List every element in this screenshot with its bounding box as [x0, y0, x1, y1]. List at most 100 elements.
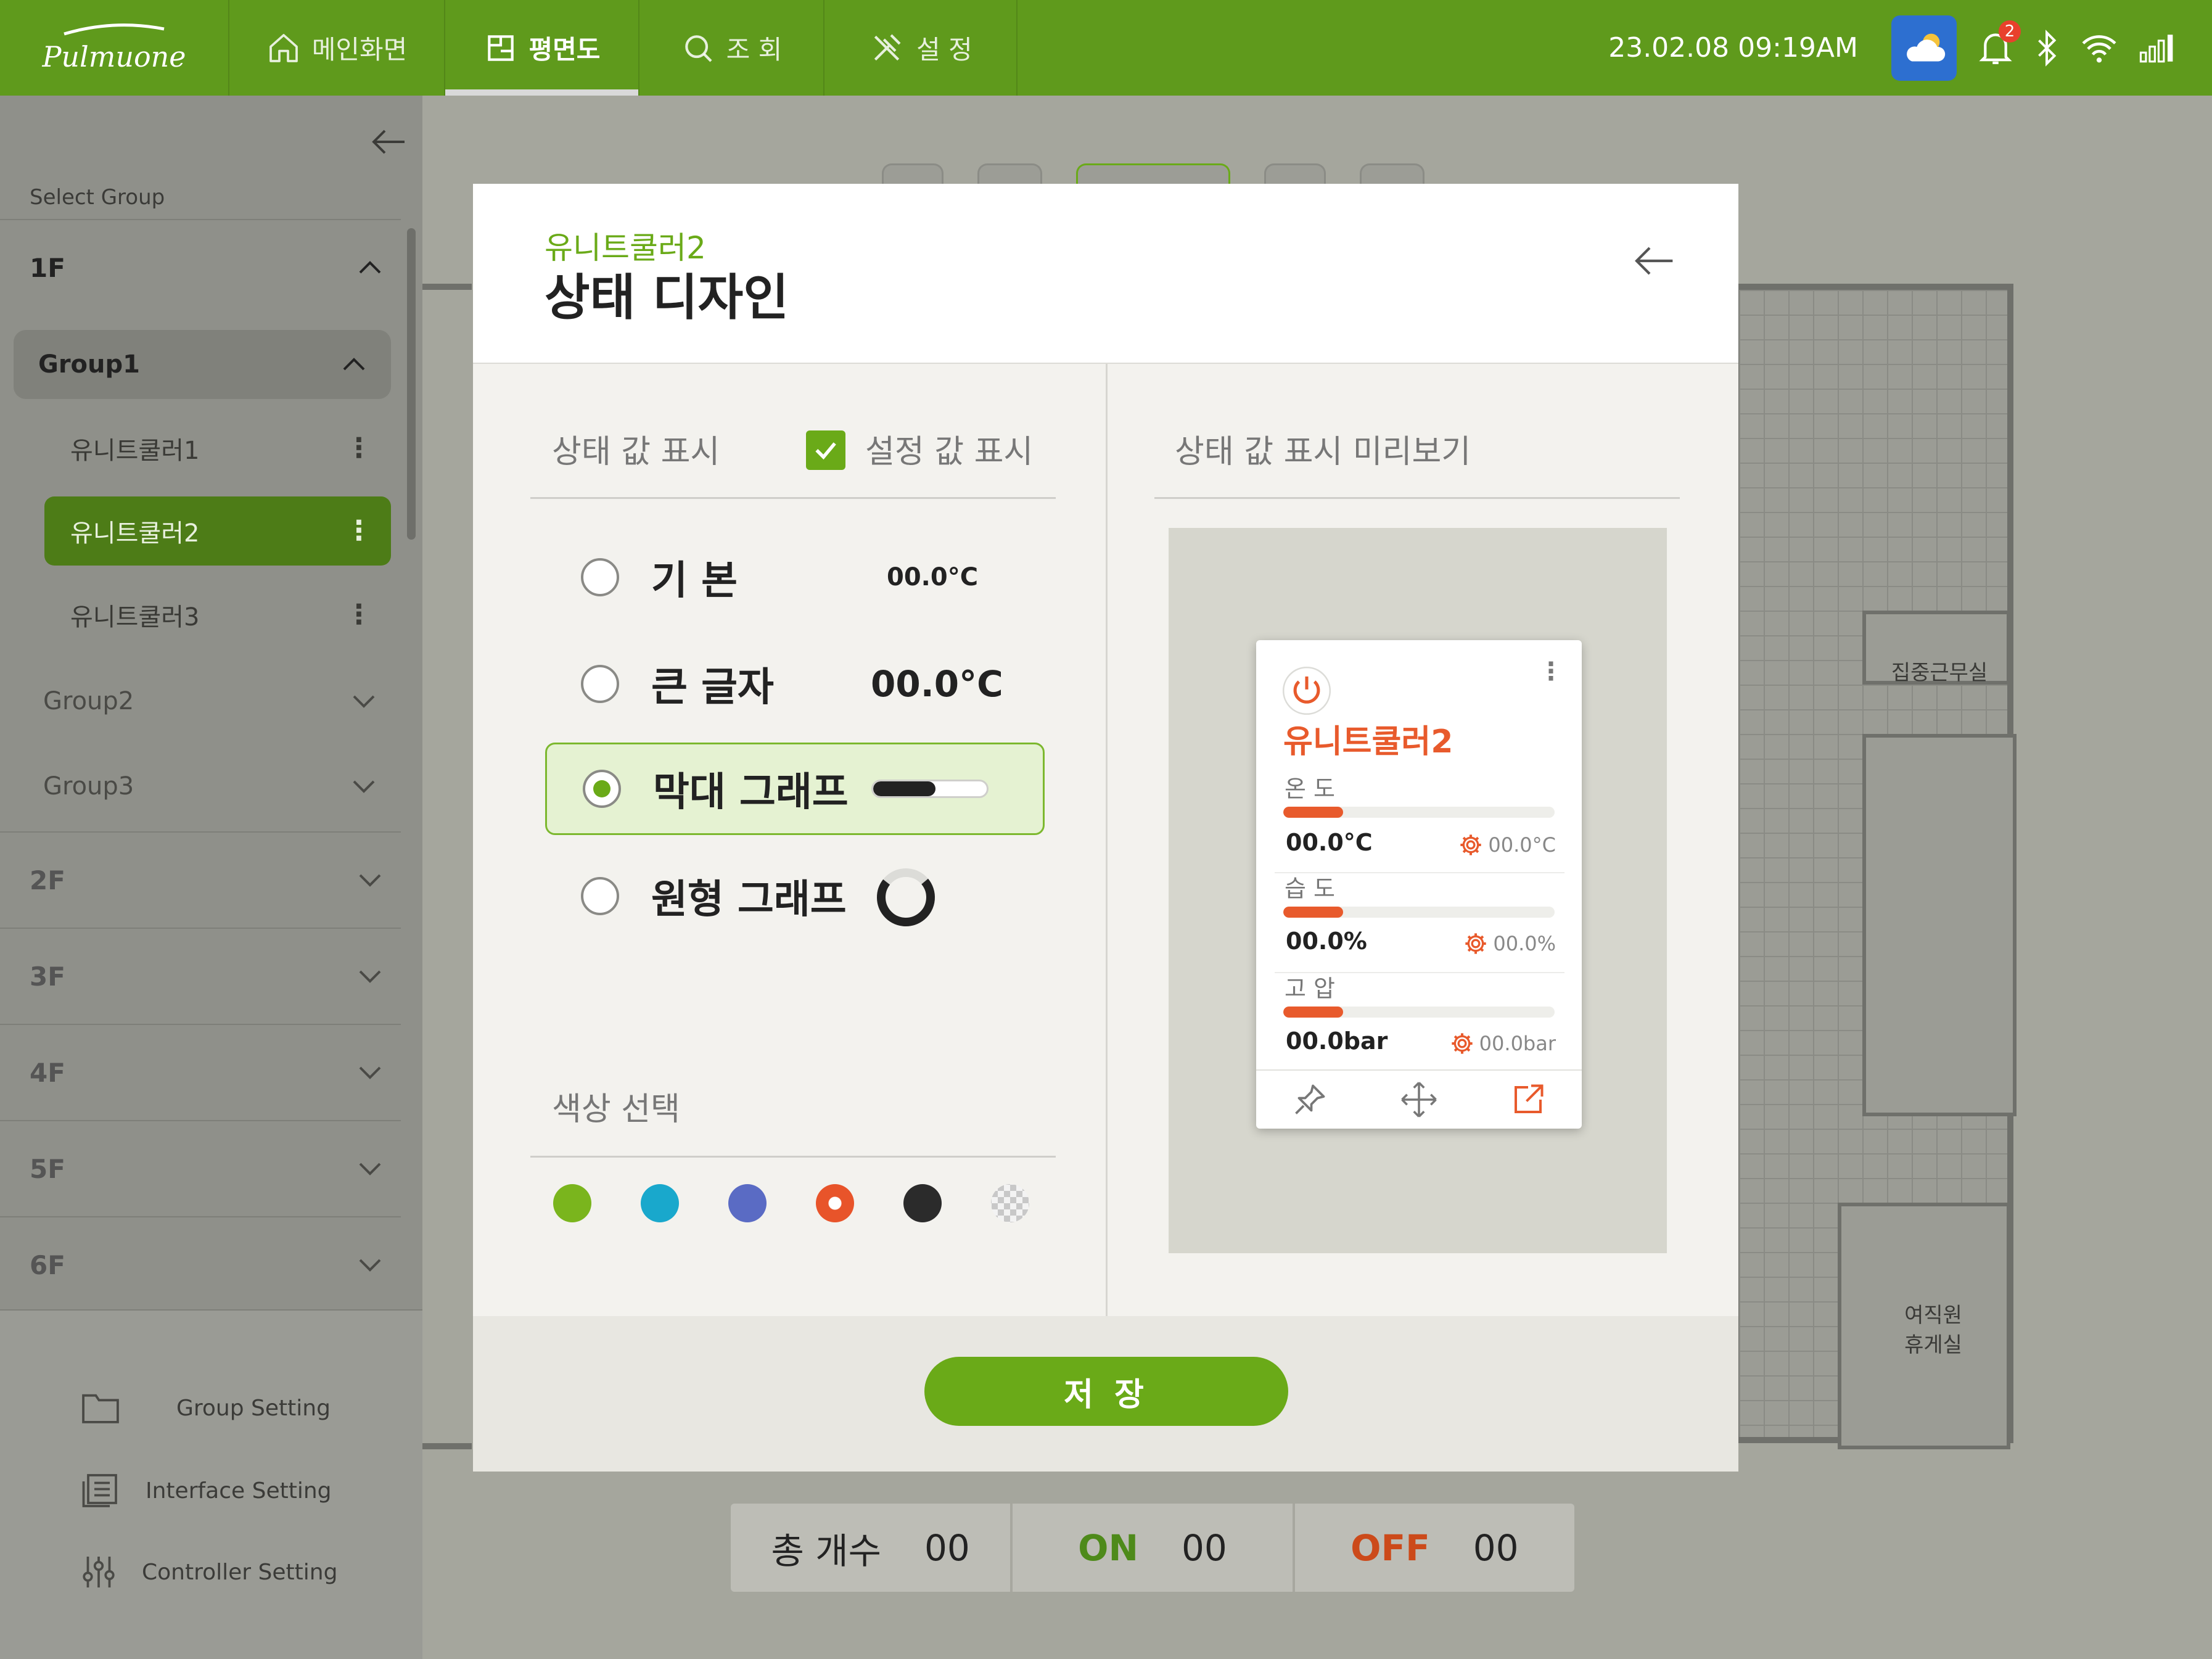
modal-back-button[interactable]: [1632, 242, 1675, 279]
controller-setting-button[interactable]: Controller Setting: [80, 1554, 337, 1591]
interface-setting-button[interactable]: Interface Setting: [80, 1472, 332, 1509]
more-vertical-icon[interactable]: ⋮: [345, 517, 372, 545]
nav-search[interactable]: 조 회: [638, 0, 823, 96]
floorplan-icon: [487, 35, 514, 61]
radio-bar-graph[interactable]: [583, 770, 621, 808]
move-icon[interactable]: [1399, 1079, 1439, 1120]
radio-ring-graph[interactable]: [581, 877, 619, 915]
group1-header[interactable]: Group1: [14, 330, 391, 399]
option-basic-sample: 00.0°C: [887, 563, 979, 591]
chevron-down-icon: [359, 1066, 381, 1079]
folder-icon: [82, 1394, 119, 1423]
floor-3f[interactable]: 3F: [0, 928, 401, 1024]
option-bar-graph-label: 막대 그래프: [653, 770, 849, 815]
sidebar-scrollbar[interactable]: [407, 228, 416, 540]
summary-off: OFF 00: [1295, 1504, 1574, 1592]
floor-3f-label: 3F: [30, 961, 65, 992]
pin-icon[interactable]: [1291, 1081, 1328, 1118]
sidebar-back-button[interactable]: [370, 126, 407, 157]
chevron-up-icon: [343, 358, 365, 371]
modal-title: 상태 디자인: [545, 269, 789, 326]
nav-floorplan[interactable]: 평면도: [444, 0, 638, 96]
nav-main[interactable]: 메인화면: [228, 0, 444, 96]
power-icon[interactable]: [1281, 665, 1333, 717]
color-swatch-indigo[interactable]: [728, 1184, 767, 1222]
interface-list-icon: [82, 1474, 117, 1507]
unit1-label: 유니트쿨러1: [70, 437, 200, 465]
status-display-label: 상태 값 표시: [552, 434, 720, 471]
chevron-down-icon: [353, 695, 375, 708]
color-swatch-black[interactable]: [903, 1184, 942, 1222]
floor-1f-label: 1F: [30, 252, 65, 283]
summary-on-label: ON: [1078, 1526, 1139, 1569]
option-large-text[interactable]: 큰 글자 00.0°C: [545, 638, 1045, 730]
sidebar-item-unit1[interactable]: 유니트쿨러1 ⋮: [44, 414, 391, 483]
more-vertical-icon[interactable]: ⋮: [1539, 657, 1563, 686]
humidity-value: 00.0%: [1286, 928, 1367, 955]
color-swatch-transparent[interactable]: [991, 1184, 1029, 1222]
weather-button[interactable]: [1891, 15, 1957, 81]
humidity-setting: 00.0%: [1463, 931, 1556, 956]
divider: [530, 497, 1056, 499]
humidity-bar-fill: [1283, 907, 1343, 918]
floor-4f[interactable]: 4F: [0, 1024, 401, 1120]
floorplan: 집중근무실 여직원 휴게실: [1733, 284, 2017, 1449]
color-swatch-orange-selected[interactable]: [816, 1184, 854, 1222]
chevron-up-icon: [359, 261, 381, 274]
pressure-bar: [1283, 1007, 1555, 1018]
floor-6f[interactable]: 6F: [0, 1216, 401, 1312]
option-ring-graph-label: 원형 그래프: [651, 877, 847, 923]
summary-total-label: 총 개수: [771, 1529, 882, 1572]
divider: [530, 1156, 1056, 1158]
color-swatch-green[interactable]: [553, 1184, 591, 1222]
floor-5f-label: 5F: [30, 1153, 65, 1184]
controller-setting-label: Controller Setting: [142, 1559, 338, 1585]
sidebar: Select Group 1F Group1 유니트쿨러1 ⋮ 유니트쿨러2 ⋮…: [0, 96, 422, 1659]
plan-room-meeting[interactable]: [1862, 734, 2017, 1116]
floor-2f[interactable]: 2F: [0, 831, 401, 928]
temp-bar: [1283, 807, 1555, 818]
floor-1f[interactable]: 1F: [0, 219, 401, 315]
option-basic[interactable]: 기 본 00.0°C: [545, 531, 1045, 624]
setting-display-label: 설정 값 표시: [865, 434, 1034, 471]
option-ring-graph[interactable]: 원형 그래프: [545, 850, 1045, 942]
more-vertical-icon[interactable]: ⋮: [345, 435, 372, 462]
group-setting-button[interactable]: Group Setting: [80, 1391, 331, 1425]
notification-button[interactable]: 2: [1978, 20, 2021, 67]
interface-setting-label: Interface Setting: [146, 1478, 332, 1504]
sidebar-item-unit3[interactable]: 유니트쿨러3 ⋮: [44, 580, 391, 649]
summary-off-label: OFF: [1351, 1526, 1430, 1569]
radio-basic[interactable]: [581, 558, 619, 596]
top-bar: Pulmuone 메인화면 평면도 조 회 설 정 23.02.08 09:19…: [0, 0, 2212, 96]
floor-5f[interactable]: 5F: [0, 1120, 401, 1216]
setting-display-checkbox[interactable]: [806, 430, 845, 470]
option-bar-graph[interactable]: 막대 그래프: [545, 743, 1045, 835]
logo-swoosh-icon: [64, 23, 165, 35]
summary-total-value: 00: [924, 1526, 970, 1569]
humidity-bar: [1283, 907, 1555, 918]
save-button[interactable]: 저 장: [924, 1357, 1288, 1426]
chevron-down-icon: [359, 1163, 381, 1175]
pressure-bar-fill: [1283, 1007, 1343, 1018]
color-swatch-cyan[interactable]: [641, 1184, 679, 1222]
logo[interactable]: Pulmuone: [0, 0, 228, 96]
floor-4f-label: 4F: [30, 1057, 65, 1088]
radio-large-text[interactable]: [581, 665, 619, 703]
pressure-value: 00.0bar: [1286, 1027, 1388, 1055]
external-link-icon[interactable]: [1510, 1081, 1547, 1118]
temp-value: 00.0°C: [1286, 829, 1373, 856]
weather-cloud-icon: [1907, 33, 1946, 61]
bluetooth-icon: [2038, 29, 2057, 67]
datetime: 23.02.08 09:19AM: [1608, 32, 1858, 64]
option-large-text-sample: 00.0°C: [871, 663, 1003, 705]
nav-settings[interactable]: 설 정: [823, 0, 1018, 96]
more-vertical-icon[interactable]: ⋮: [345, 601, 372, 628]
sidebar-item-unit2[interactable]: 유니트쿨러2 ⋮: [44, 496, 391, 566]
preview-card: ⋮ 유니트쿨러2 온 도 00.0°C 00.0°C 습 도 00.0% 00.…: [1256, 640, 1582, 1129]
pressure-setting-value: 00.0bar: [1479, 1032, 1556, 1055]
sliders-icon: [83, 1557, 115, 1587]
wifi-icon: [2082, 35, 2116, 63]
group3-header[interactable]: Group3: [0, 744, 401, 828]
signal-icon: [2139, 34, 2173, 62]
group2-header[interactable]: Group2: [0, 659, 401, 743]
